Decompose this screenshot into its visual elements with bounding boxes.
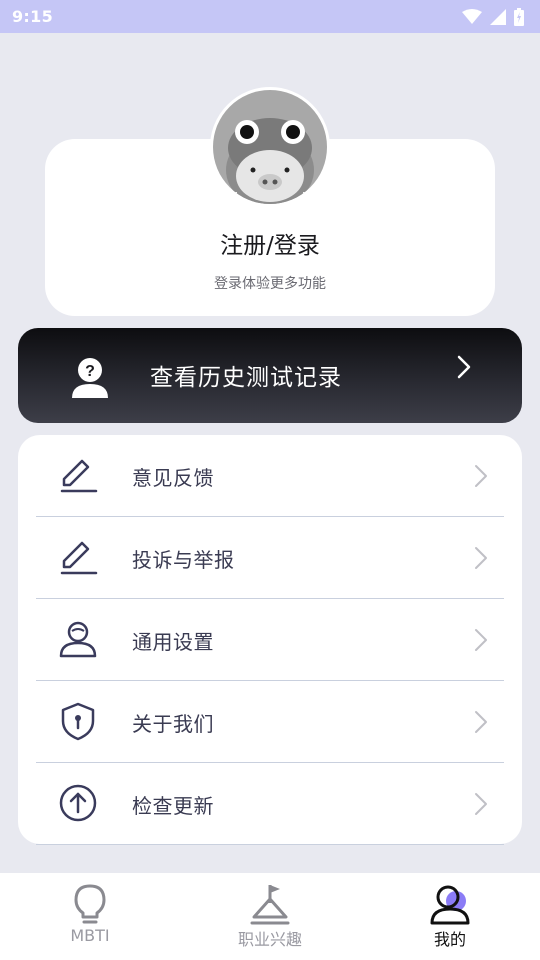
status-icons bbox=[462, 7, 524, 26]
chevron-right-icon bbox=[475, 547, 487, 569]
chevron-right-icon bbox=[475, 629, 487, 651]
login-subtitle: 登录体验更多功能 bbox=[214, 276, 326, 292]
menu-item-feedback[interactable]: 意见反馈 bbox=[36, 435, 504, 517]
arrow-up-circle-icon bbox=[59, 784, 97, 822]
shield-icon bbox=[61, 702, 95, 741]
menu-item-label: 意见反馈 bbox=[132, 466, 214, 490]
wifi-icon bbox=[462, 8, 482, 24]
chevron-right-icon bbox=[475, 793, 487, 815]
lightbulb-icon bbox=[74, 884, 106, 924]
profile-icon bbox=[430, 885, 470, 925]
nav-label: MBTI bbox=[70, 926, 110, 945]
edit-icon bbox=[60, 459, 98, 493]
menu-item-check-update[interactable]: 检查更新 bbox=[36, 763, 504, 845]
menu-item-label: 通用设置 bbox=[132, 630, 214, 654]
login-title[interactable]: 注册/登录 bbox=[0, 226, 540, 260]
status-time: 9:15 bbox=[12, 7, 53, 26]
nav-label: 我的 bbox=[433, 930, 466, 949]
history-label: 查看历史测试记录 bbox=[150, 365, 342, 391]
chevron-right-icon bbox=[475, 465, 487, 487]
user-settings-icon bbox=[59, 621, 97, 658]
menu-item-settings[interactable]: 通用设置 bbox=[36, 599, 504, 681]
battery-icon bbox=[514, 7, 524, 26]
menu-item-label: 投诉与举报 bbox=[132, 548, 235, 572]
nav-tab-career[interactable]: 职业兴趣 bbox=[180, 873, 360, 960]
status-bar: 9:15 bbox=[0, 0, 540, 33]
avatar-image bbox=[213, 90, 327, 204]
nav-label: 职业兴趣 bbox=[237, 930, 302, 949]
nav-tab-mine[interactable]: 我的 bbox=[360, 873, 540, 960]
menu-item-report[interactable]: 投诉与举报 bbox=[36, 517, 504, 599]
flag-icon bbox=[250, 885, 290, 925]
chevron-right-icon bbox=[475, 711, 487, 733]
menu-item-label: 关于我们 bbox=[132, 712, 214, 736]
settings-menu: 意见反馈 投诉与举报 通用设置 关于我们 检查更新 bbox=[18, 435, 522, 845]
history-records-button[interactable]: ? 查看历史测试记录 bbox=[18, 328, 522, 423]
bottom-nav: MBTI 职业兴趣 我的 bbox=[0, 873, 540, 960]
menu-item-label: 检查更新 bbox=[132, 794, 214, 818]
svg-text:?: ? bbox=[85, 363, 95, 380]
edit-icon bbox=[60, 541, 98, 575]
signal-icon bbox=[490, 8, 506, 25]
user-question-icon: ? bbox=[72, 358, 108, 398]
menu-item-about[interactable]: 关于我们 bbox=[36, 681, 504, 763]
avatar[interactable] bbox=[210, 87, 330, 207]
nav-tab-mbti[interactable]: MBTI bbox=[0, 873, 180, 960]
chevron-right-icon bbox=[457, 355, 471, 379]
